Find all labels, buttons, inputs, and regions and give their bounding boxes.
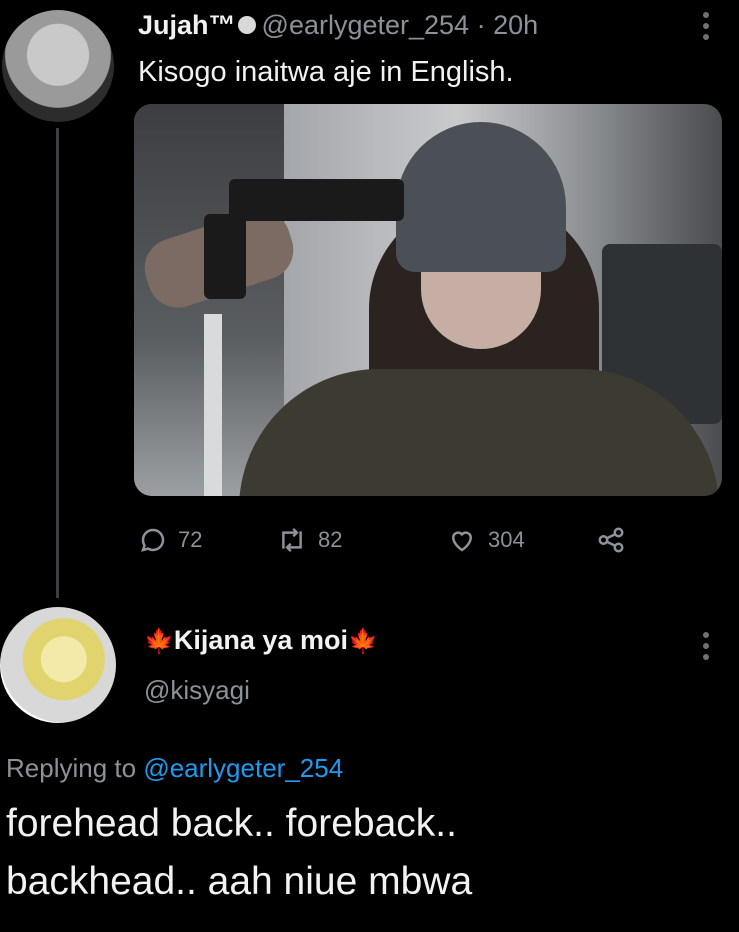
author-handle[interactable]: @earlygeter_254: [262, 10, 470, 40]
tweet-header: Jujah™ @earlygeter_254 · 20h: [138, 10, 538, 41]
verified-icon: [237, 15, 256, 34]
media-gun: [229, 179, 404, 221]
tweet-actions: 72 82 304: [138, 520, 636, 560]
tweet-text: Kisogo inaitwa aje in English.: [138, 56, 514, 88]
share-button[interactable]: [596, 525, 636, 555]
like-icon: [451, 531, 473, 552]
maple-leaf-icon: 🍁: [347, 628, 378, 655]
reply-author-name[interactable]: 🍁Kijana ya moi🍁: [144, 625, 378, 656]
thread-line: [56, 128, 59, 598]
more-icon[interactable]: [703, 632, 709, 660]
reply-text-line: backhead.. aah niue mbwa: [6, 860, 473, 903]
reply-text-line: forehead back.. foreback..: [6, 802, 457, 845]
author-name[interactable]: Jujah™: [138, 10, 236, 40]
share-icon: [598, 527, 624, 553]
retweet-count: 82: [318, 527, 343, 552]
reply-author-handle[interactable]: @kisyagi: [144, 675, 250, 706]
replying-prefix: Replying to: [6, 753, 137, 783]
media-post: [204, 314, 222, 496]
avatar[interactable]: [0, 607, 116, 723]
author-name[interactable]: Kijana ya moi: [174, 625, 348, 655]
maple-leaf-icon: 🍁: [144, 628, 174, 655]
like-count: 304: [488, 527, 525, 552]
media-beanie: [396, 122, 566, 272]
like-button[interactable]: 304: [446, 525, 596, 555]
timestamp[interactable]: 20h: [493, 10, 538, 40]
retweet-button[interactable]: 82: [276, 525, 446, 555]
retweet-icon: [282, 528, 302, 552]
separator: ·: [476, 10, 486, 40]
media-jacket: [239, 369, 719, 496]
reply-count: 72: [178, 527, 203, 552]
replying-to: Replying to @earlygeter_254: [6, 753, 343, 784]
media-gun-grip: [204, 214, 246, 299]
replying-handle-link[interactable]: @earlygeter_254: [143, 753, 343, 783]
reply-text: forehead back.. foreback.. backhead.. aa…: [6, 795, 736, 911]
more-icon[interactable]: [703, 12, 709, 40]
reply-button[interactable]: 72: [138, 525, 276, 555]
tweet-media-image[interactable]: [134, 104, 722, 496]
avatar[interactable]: [2, 10, 114, 122]
reply-icon: [141, 528, 165, 552]
